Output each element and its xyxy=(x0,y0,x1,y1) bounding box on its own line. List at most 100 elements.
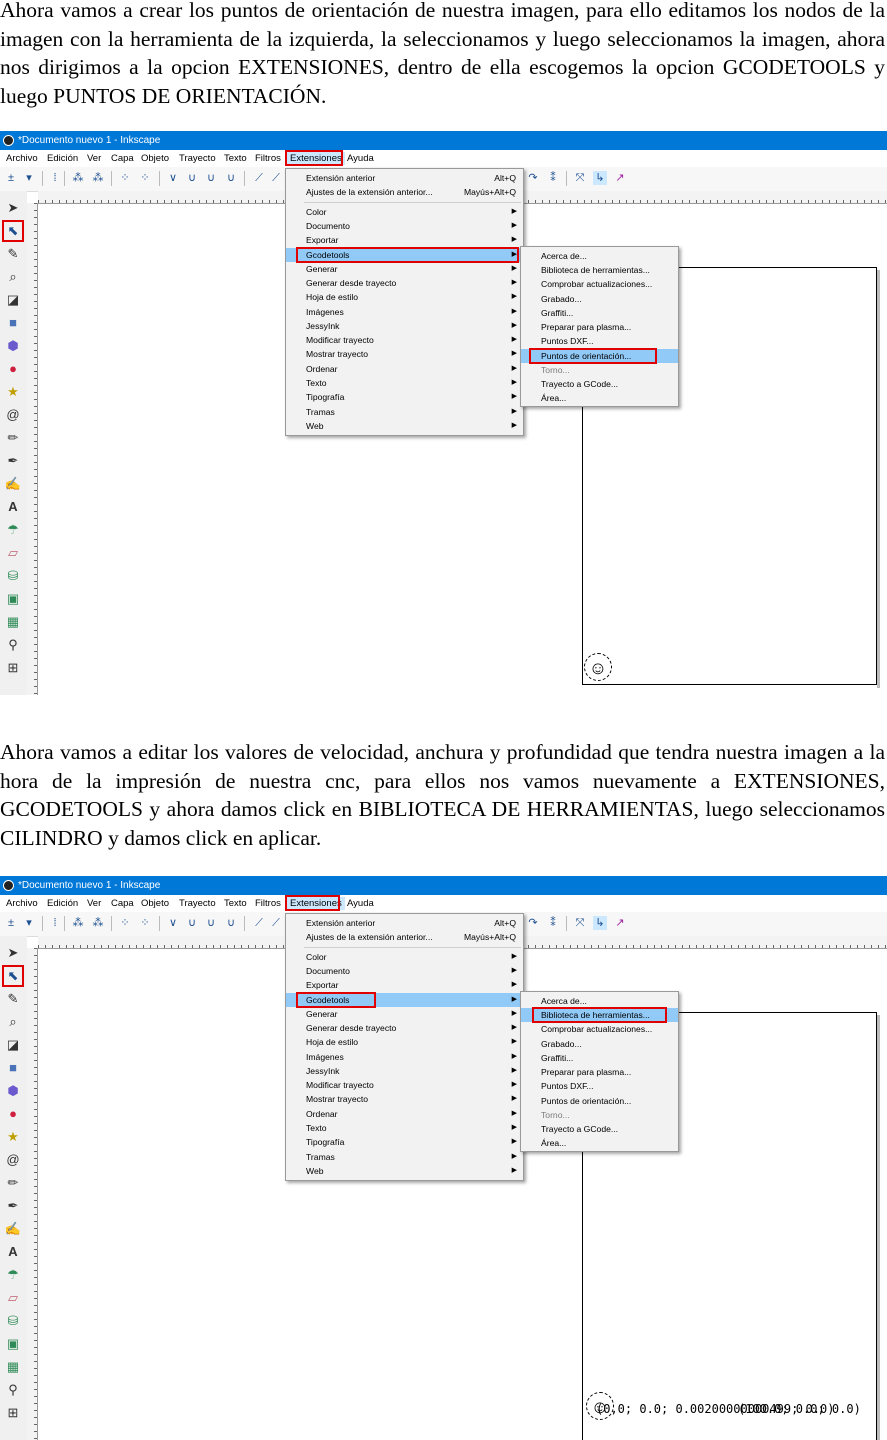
menu-item-documento[interactable]: Documento ▶ xyxy=(286,964,523,978)
auto-smooth-icon[interactable]: ∪ xyxy=(224,916,238,930)
cusp-icon[interactable]: ∨ xyxy=(166,171,180,185)
node-delete-icon[interactable]: ⁘ xyxy=(138,916,152,930)
menu-capa[interactable]: Capa xyxy=(111,153,134,164)
measure-tool-icon[interactable]: ◪ xyxy=(4,291,22,309)
bucket-tool-icon[interactable]: ⛁ xyxy=(4,567,22,585)
submenu-item-biblioteca[interactable]: Biblioteca de herramientas... xyxy=(521,263,678,277)
calligraphy-tool-icon[interactable]: ✍ xyxy=(4,1220,22,1238)
bucket-tool-icon[interactable]: ⛁ xyxy=(4,1312,22,1330)
menu-item-texto[interactable]: Texto ▶ xyxy=(286,1121,523,1135)
spray-tool-icon[interactable]: ☂ xyxy=(4,1266,22,1284)
transform-handles-icon[interactable]: ⤧ xyxy=(573,916,587,930)
show-outline-icon[interactable]: ↗ xyxy=(613,916,627,930)
show-handles-icon[interactable]: ↳ xyxy=(593,171,607,185)
menu-objeto[interactable]: Objeto xyxy=(141,898,169,909)
menu-item-modificar-trayecto[interactable]: Modificar trayecto ▶ xyxy=(286,1078,523,1092)
menu-item-generar-desde-trayecto[interactable]: Generar desde trayecto ▶ xyxy=(286,1021,523,1035)
node-add-icon[interactable]: ⁘ xyxy=(118,171,132,185)
stroke-to-path-icon[interactable]: ⁑ xyxy=(546,171,560,185)
segment-line-icon[interactable]: ⟋ xyxy=(252,171,266,185)
mesh-tool-icon[interactable]: ▦ xyxy=(4,613,22,631)
submenu-item-puntos-dxf[interactable]: Puntos DXF... xyxy=(521,334,678,348)
menu-ayuda[interactable]: Ayuda xyxy=(347,153,374,164)
menu-item-generar[interactable]: Generar ▶ xyxy=(286,1007,523,1021)
submenu-item-torno[interactable]: Torno... xyxy=(521,363,678,377)
ellipse-tool-icon[interactable]: ● xyxy=(4,360,22,378)
pen-tool-icon[interactable]: ✒ xyxy=(4,1197,22,1215)
menu-item-tipografia[interactable]: Tipografía ▶ xyxy=(286,1135,523,1149)
menu-item-tramas[interactable]: Tramas ▶ xyxy=(286,405,523,419)
menu-trayecto[interactable]: Trayecto xyxy=(179,898,216,909)
submenu-item-grabado[interactable]: Grabado... xyxy=(521,1037,678,1051)
menu-trayecto[interactable]: Trayecto xyxy=(179,153,216,164)
node-break-icon[interactable]: ⁂ xyxy=(91,916,105,930)
menu-item-imagenes[interactable]: Imágenes ▶ xyxy=(286,1050,523,1064)
submenu-item-torno[interactable]: Torno... xyxy=(521,1108,678,1122)
image-face-icon[interactable]: ☺ xyxy=(584,653,612,681)
menu-item-tipografia[interactable]: Tipografía ▶ xyxy=(286,390,523,404)
submenu-item-trayecto-gcode[interactable]: Trayecto a GCode... xyxy=(521,1122,678,1136)
dropper-tool-icon[interactable]: ⚲ xyxy=(4,636,22,654)
menu-item-web[interactable]: Web ▶ xyxy=(286,1164,523,1178)
transform-handles-icon[interactable]: ⤧ xyxy=(573,171,587,185)
show-outline-icon[interactable]: ↗ xyxy=(613,171,627,185)
show-handles-icon[interactable]: ↳ xyxy=(593,916,607,930)
menu-item-ordenar[interactable]: Ordenar ▶ xyxy=(286,1107,523,1121)
menu-item-tramas[interactable]: Tramas ▶ xyxy=(286,1150,523,1164)
submenu-item-acerca-de[interactable]: Acerca de... xyxy=(521,994,678,1008)
dropper-tool-icon[interactable]: ⚲ xyxy=(4,1381,22,1399)
menu-item-exportar[interactable]: Exportar ▶ xyxy=(286,978,523,992)
menu-item-imagenes[interactable]: Imágenes ▶ xyxy=(286,305,523,319)
menu-filtros[interactable]: Filtros xyxy=(255,898,281,909)
spiral-tool-icon[interactable]: @ xyxy=(4,406,22,424)
submenu-item-comprobar[interactable]: Comprobar actualizaciones... xyxy=(521,277,678,291)
node-delete-icon[interactable]: ⁘ xyxy=(138,171,152,185)
connector-tool-icon[interactable]: ⊞ xyxy=(4,1404,22,1422)
stroke-to-path-icon[interactable]: ⁑ xyxy=(546,916,560,930)
calligraphy-tool-icon[interactable]: ✍ xyxy=(4,475,22,493)
selector-tool-icon[interactable]: ➤ xyxy=(4,944,22,962)
star-tool-icon[interactable]: ★ xyxy=(4,383,22,401)
mesh-tool-icon[interactable]: ▦ xyxy=(4,1358,22,1376)
menu-edicion[interactable]: Edición xyxy=(47,898,78,909)
menu-item-modificar-trayecto[interactable]: Modificar trayecto ▶ xyxy=(286,333,523,347)
snap-icon[interactable]: ± xyxy=(4,916,18,930)
menu-item-jessyink[interactable]: JessyInk ▶ xyxy=(286,1064,523,1078)
node-break-icon[interactable]: ⁂ xyxy=(91,171,105,185)
menu-item-mostrar-trayecto[interactable]: Mostrar trayecto ▶ xyxy=(286,347,523,361)
menu-capa[interactable]: Capa xyxy=(111,898,134,909)
menu-objeto[interactable]: Objeto xyxy=(141,153,169,164)
menu-ver[interactable]: Ver xyxy=(87,153,101,164)
zoom-tool-icon[interactable]: ⌕ xyxy=(4,1013,22,1031)
rectangle-tool-icon[interactable]: ■ xyxy=(4,314,22,332)
segment-curve-icon[interactable]: ⟋ xyxy=(269,171,283,185)
menu-edicion[interactable]: Edición xyxy=(47,153,78,164)
pencil-tool-icon[interactable]: ✏ xyxy=(4,429,22,447)
menu-filtros[interactable]: Filtros xyxy=(255,153,281,164)
symmetric-icon[interactable]: ∪ xyxy=(204,916,218,930)
submenu-item-plasma[interactable]: Preparar para plasma... xyxy=(521,320,678,334)
node-add-icon[interactable]: ⁘ xyxy=(118,916,132,930)
menu-archivo[interactable]: Archivo xyxy=(6,153,38,164)
node-join-icon[interactable]: ⁂ xyxy=(71,916,85,930)
star-tool-icon[interactable]: ★ xyxy=(4,1128,22,1146)
submenu-item-area[interactable]: Área... xyxy=(521,391,678,405)
submenu-item-comprobar[interactable]: Comprobar actualizaciones... xyxy=(521,1022,678,1036)
submenu-item-grabado[interactable]: Grabado... xyxy=(521,292,678,306)
menu-texto[interactable]: Texto xyxy=(224,153,247,164)
submenu-item-trayecto-gcode[interactable]: Trayecto a GCode... xyxy=(521,377,678,391)
ellipse-tool-icon[interactable]: ● xyxy=(4,1105,22,1123)
cusp-icon[interactable]: ∨ xyxy=(166,916,180,930)
smooth-icon[interactable]: ∪ xyxy=(185,171,199,185)
submenu-item-acerca-de[interactable]: Acerca de... xyxy=(521,249,678,263)
menu-item-ordenar[interactable]: Ordenar ▶ xyxy=(286,362,523,376)
menu-item-settings[interactable]: Ajustes de la extensión anterior... Mayú… xyxy=(286,930,523,944)
pen-tool-icon[interactable]: ✒ xyxy=(4,452,22,470)
align-icon[interactable]: ⁞ xyxy=(48,916,62,930)
tweak-tool-icon[interactable]: ✎ xyxy=(4,245,22,263)
segment-curve-icon[interactable]: ⟋ xyxy=(269,916,283,930)
tweak-tool-icon[interactable]: ✎ xyxy=(4,990,22,1008)
align-icon[interactable]: ⁞ xyxy=(48,171,62,185)
menu-item-exportar[interactable]: Exportar ▶ xyxy=(286,233,523,247)
menu-archivo[interactable]: Archivo xyxy=(6,898,38,909)
